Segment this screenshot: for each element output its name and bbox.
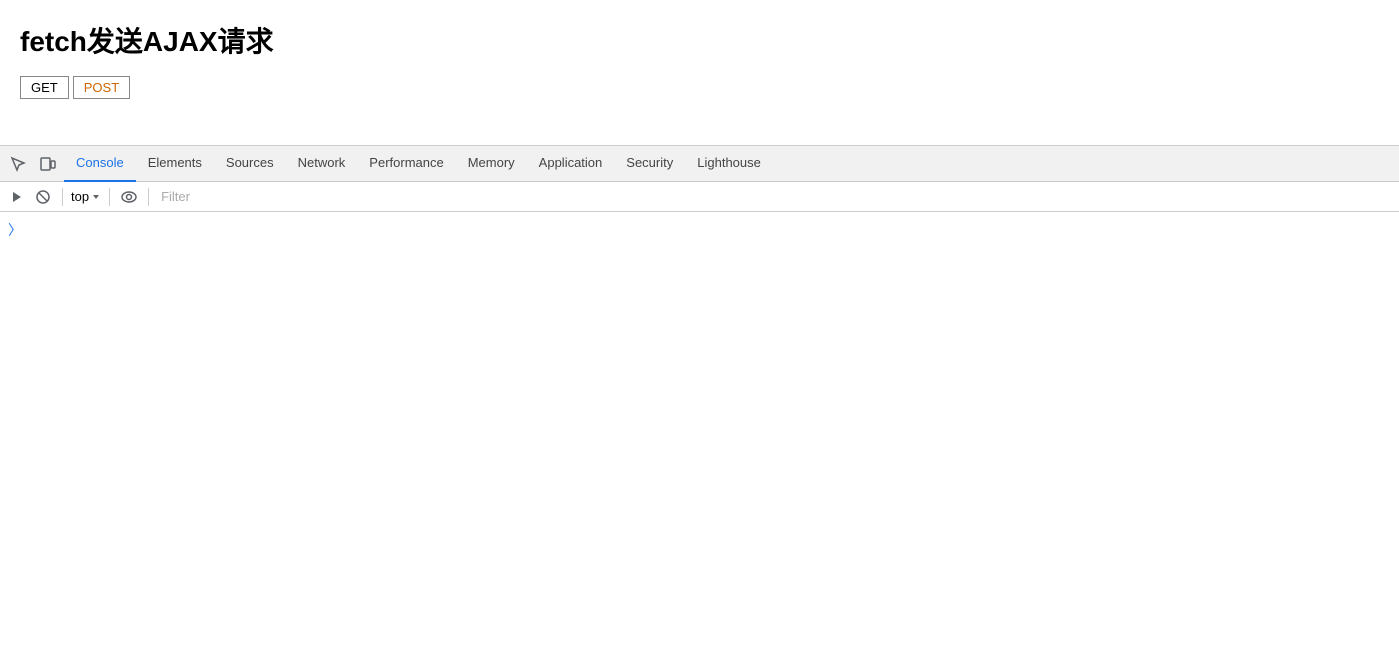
- devtools-panel: Console Elements Sources Network Perform…: [0, 145, 1399, 651]
- tab-application[interactable]: Application: [527, 146, 615, 182]
- console-toolbar: top: [0, 182, 1399, 212]
- tab-performance[interactable]: Performance: [357, 146, 455, 182]
- inspect-element-icon[interactable]: [4, 150, 32, 178]
- prompt-chevron-icon: 〉: [8, 220, 22, 240]
- toolbar-divider-3: [148, 188, 149, 206]
- block-icon[interactable]: [32, 186, 54, 208]
- tab-security[interactable]: Security: [614, 146, 685, 182]
- tab-memory[interactable]: Memory: [456, 146, 527, 182]
- execute-script-icon[interactable]: [6, 186, 28, 208]
- console-body: 〉: [0, 212, 1399, 651]
- watch-expressions-icon[interactable]: [118, 186, 140, 208]
- tab-lighthouse[interactable]: Lighthouse: [685, 146, 773, 182]
- toolbar-divider: [62, 188, 63, 206]
- chevron-down-icon: [91, 192, 101, 202]
- page-content: fetch发送AJAX请求 GET POST: [0, 0, 1399, 145]
- tab-sources[interactable]: Sources: [214, 146, 286, 182]
- page-title: fetch发送AJAX请求: [20, 20, 1379, 60]
- post-button[interactable]: POST: [73, 76, 130, 99]
- console-prompt-chevron[interactable]: 〉: [8, 216, 1391, 244]
- context-selector[interactable]: top: [71, 189, 101, 204]
- filter-input[interactable]: [157, 189, 1393, 204]
- toolbar-divider-2: [109, 188, 110, 206]
- tab-elements[interactable]: Elements: [136, 146, 214, 182]
- devtools-tab-bar: Console Elements Sources Network Perform…: [0, 146, 1399, 182]
- tab-console[interactable]: Console: [64, 146, 136, 182]
- button-group: GET POST: [20, 76, 1379, 99]
- get-button[interactable]: GET: [20, 76, 69, 99]
- tab-network[interactable]: Network: [286, 146, 358, 182]
- context-label: top: [71, 189, 89, 204]
- toggle-device-toolbar-icon[interactable]: [34, 150, 62, 178]
